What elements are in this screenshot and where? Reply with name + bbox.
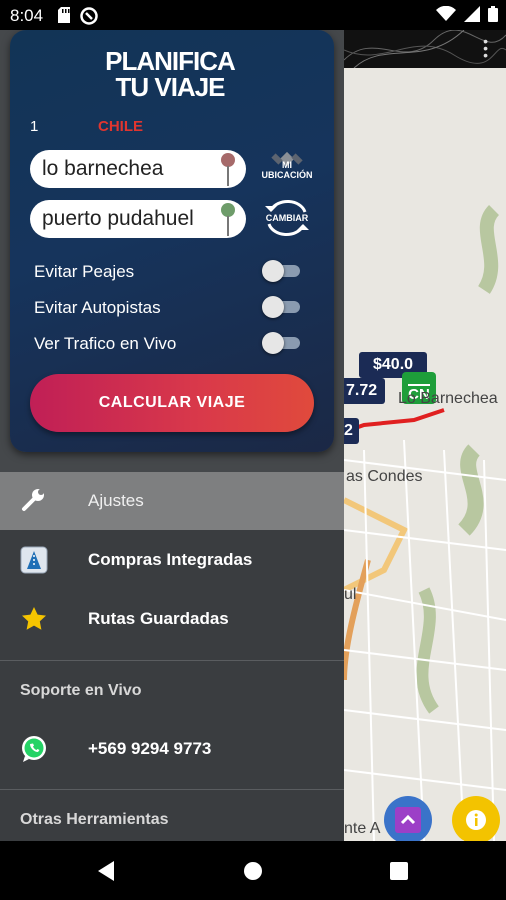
my-location-label: MI UBICACIÓN xyxy=(261,160,313,180)
origin-pin-icon[interactable] xyxy=(218,152,238,186)
battery-icon xyxy=(488,6,498,22)
toggle-label: Evitar Autopistas xyxy=(34,298,161,317)
map-label-bottom: nte A xyxy=(344,820,381,837)
support-section-title: Soporte en Vivo xyxy=(20,682,142,699)
status-system-icons xyxy=(436,6,498,22)
toggle-avoid-tolls: Evitar Peajes xyxy=(34,260,304,284)
status-bar: 8:04 xyxy=(0,0,506,30)
swap-button[interactable]: CAMBIAR xyxy=(260,198,314,238)
menu-item-saved-routes[interactable]: Rutas Guardadas xyxy=(0,590,344,648)
expand-panel-button[interactable] xyxy=(384,796,432,841)
map-label-ul: ul xyxy=(344,586,357,603)
route-map[interactable]: • • • $40.0 7.72 2 CN Lo Barnechea as Cond… xyxy=(344,30,506,841)
toll-price-badge-partial[interactable]: 7.72 xyxy=(344,378,386,404)
logo-line-2: TU VIAJE xyxy=(115,72,225,102)
swap-label: CAMBIAR xyxy=(265,213,309,223)
destination-pin-icon[interactable] xyxy=(218,202,238,236)
menu-item-label: Rutas Guardadas xyxy=(88,609,229,628)
home-icon[interactable] xyxy=(243,861,263,881)
toggle-avoid-highways: Evitar Autopistas xyxy=(34,296,304,320)
menu-divider xyxy=(0,789,344,790)
avoid-tolls-switch[interactable] xyxy=(262,260,300,282)
app-notification-icon xyxy=(80,7,98,25)
destination-field[interactable] xyxy=(30,200,246,238)
toggle-label: Evitar Peajes xyxy=(34,262,135,281)
menu-item-label: Ajustes xyxy=(88,491,144,510)
wrench-icon xyxy=(22,489,44,511)
info-icon xyxy=(466,810,486,830)
status-notification-icons xyxy=(58,7,98,25)
map-label-barnechea: Lo Barnechea xyxy=(398,390,498,407)
country-selector[interactable]: CHILE xyxy=(98,118,143,135)
map-label-condes: as Condes xyxy=(346,468,423,485)
navigation-drawer: PLANIFICA TU VIAJE 1 CHILE MI UBICACIÓN xyxy=(0,30,344,841)
wifi-icon xyxy=(436,6,456,21)
star-icon xyxy=(22,607,46,630)
menu-item-whatsapp[interactable]: +569 9294 9773 xyxy=(0,720,344,778)
signal-icon xyxy=(464,6,480,22)
trip-planner-card: PLANIFICA TU VIAJE 1 CHILE MI UBICACIÓN xyxy=(10,30,334,452)
store-icon xyxy=(20,546,48,574)
menu-item-label: Compras Integradas xyxy=(88,550,253,569)
whatsapp-icon xyxy=(22,736,46,762)
toll-price-badge-partial-2[interactable]: 2 xyxy=(344,418,359,444)
calculate-trip-button[interactable]: CALCULAR VIAJE xyxy=(30,374,314,432)
toggle-label: Ver Trafico en Vivo xyxy=(34,334,177,353)
drawer-header: PLANIFICA TU VIAJE 1 CHILE MI UBICACIÓN xyxy=(0,30,344,472)
menu-divider xyxy=(0,660,344,661)
menu-item-integrated-purchases[interactable]: Compras Integradas xyxy=(0,531,344,589)
recents-icon[interactable] xyxy=(389,861,409,881)
live-traffic-switch[interactable] xyxy=(262,332,300,354)
avoid-highways-switch[interactable] xyxy=(262,296,300,318)
my-location-button[interactable]: MI UBICACIÓN xyxy=(260,148,314,188)
system-navigation-bar xyxy=(0,841,506,900)
logo-line-1: PLANIFICA xyxy=(105,46,236,76)
info-button[interactable] xyxy=(452,796,500,841)
map-streets xyxy=(344,205,506,841)
app-logo: PLANIFICA TU VIAJE xyxy=(105,46,236,102)
whatsapp-number: +569 9294 9773 xyxy=(88,739,212,758)
status-time: 8:04 xyxy=(10,6,44,25)
chevron-up-icon xyxy=(395,807,421,833)
back-icon[interactable] xyxy=(96,860,116,882)
sd-card-icon xyxy=(58,7,70,23)
origin-input[interactable] xyxy=(40,156,214,182)
destination-input[interactable] xyxy=(40,206,214,232)
toggle-live-traffic: Ver Trafico en Vivo xyxy=(34,332,304,356)
origin-field[interactable] xyxy=(30,150,246,188)
menu-item-settings[interactable]: Ajustes xyxy=(0,472,344,530)
region-number: 1 xyxy=(30,118,39,135)
tools-section-title: Otras Herramientas xyxy=(20,811,169,828)
